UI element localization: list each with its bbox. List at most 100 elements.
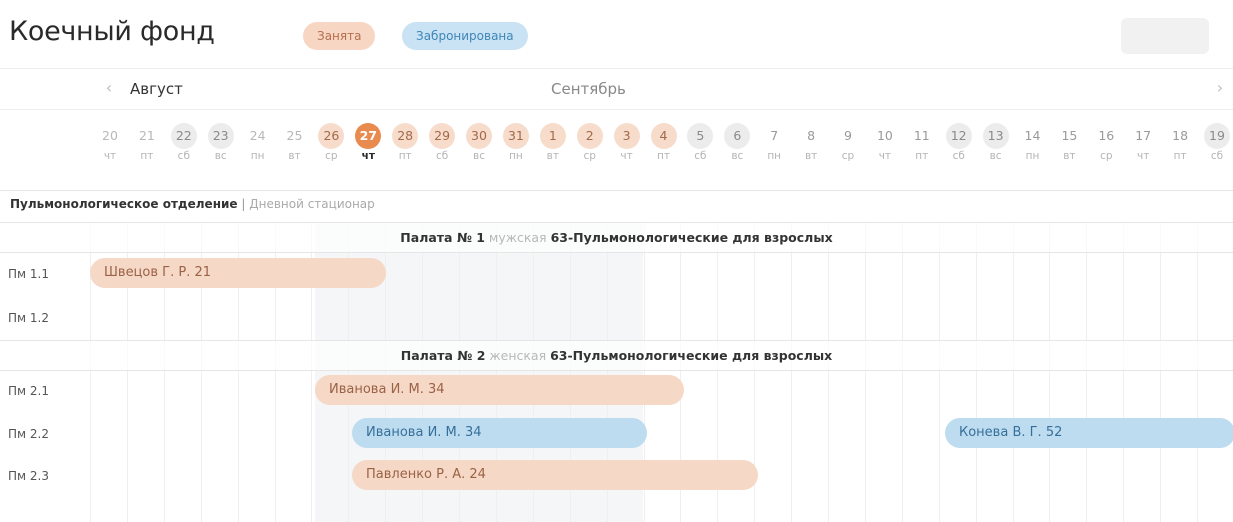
- weekday-label: пн: [1025, 150, 1040, 162]
- day-number: 15: [1061, 128, 1078, 143]
- ward-profile: 63-Пульмонологические для взрослых: [550, 348, 833, 363]
- day-number: 17: [1135, 128, 1152, 143]
- ward-gender: женская: [489, 348, 547, 363]
- day-cell[interactable]: 22 сб: [166, 123, 202, 162]
- day-cell[interactable]: 16 ср: [1088, 123, 1124, 162]
- weekday-label: вт: [288, 150, 301, 162]
- day-cell[interactable]: 8 вт: [793, 123, 829, 162]
- day-number: 18: [1172, 128, 1189, 143]
- bed-label: Пм 1.2: [8, 311, 49, 325]
- day-number: 3: [613, 123, 640, 149]
- day-cell[interactable]: 14 пн: [1015, 123, 1051, 162]
- day-number: 22: [170, 123, 197, 149]
- booking-bar[interactable]: Павленко Р. А. 24: [352, 460, 758, 490]
- day-cell[interactable]: 25 вт: [277, 123, 313, 162]
- day-cell[interactable]: 4 пт: [646, 123, 682, 162]
- day-cell[interactable]: 21 пт: [129, 123, 165, 162]
- booking-bar[interactable]: Иванова И. М. 34: [352, 418, 647, 448]
- day-cell[interactable]: 23 вс: [203, 123, 239, 162]
- day-number: 28: [392, 123, 419, 149]
- day-cell[interactable]: 26 ср: [313, 123, 349, 162]
- day-cell[interactable]: 5 сб: [682, 123, 718, 162]
- department-name: Пульмонологическое отделение: [10, 197, 238, 211]
- day-cell[interactable]: 2 ср: [572, 123, 608, 162]
- weekday-label: пн: [509, 150, 523, 162]
- ward-profile: 63-Пульмонологические для взрослых: [550, 230, 833, 245]
- day-cell[interactable]: 7 пн: [756, 123, 792, 162]
- day-cell[interactable]: 13 вс: [978, 123, 1014, 162]
- weekday-label: чт: [1137, 150, 1150, 162]
- month-label-september: Сентябрь: [551, 80, 626, 98]
- booking-bar[interactable]: Конева В. Г. 52: [945, 418, 1233, 448]
- ward-title: Палата № 2: [400, 348, 486, 363]
- weekday-label: ср: [325, 150, 338, 162]
- day-cell[interactable]: 20 чт: [92, 123, 128, 162]
- legend-reserved-badge: Забронирована: [402, 22, 528, 50]
- bed-label: Пм 2.1: [8, 384, 49, 398]
- day-cell[interactable]: 18 пт: [1162, 123, 1198, 162]
- day-number: 5: [687, 123, 714, 149]
- day-cell[interactable]: 3 чт: [609, 123, 645, 162]
- bed-label: Пм 2.3: [8, 469, 49, 483]
- booking-bar[interactable]: Швецов Г. Р. 21: [90, 258, 386, 288]
- weekday-label: пт: [915, 150, 929, 162]
- weekday-label: сб: [1210, 150, 1224, 162]
- day-cell[interactable]: 9 ср: [830, 123, 866, 162]
- day-number: 7: [770, 128, 779, 143]
- weekday-label: вс: [214, 150, 227, 162]
- day-number: 10: [876, 128, 893, 143]
- booking-bar[interactable]: Иванова И. М. 34: [315, 375, 684, 405]
- day-cell[interactable]: 29 сб: [424, 123, 460, 162]
- grid-line: [1123, 222, 1125, 522]
- day-cell[interactable]: 15 вт: [1051, 123, 1087, 162]
- department-separator: |: [241, 197, 246, 211]
- day-number: 16: [1098, 128, 1115, 143]
- day-cell[interactable]: 1 вт: [535, 123, 571, 162]
- day-number: 24: [249, 128, 266, 143]
- day-cell[interactable]: 24 пн: [240, 123, 276, 162]
- grid-line: [791, 222, 793, 522]
- day-cell[interactable]: 12 сб: [941, 123, 977, 162]
- day-cell[interactable]: 17 чт: [1125, 123, 1161, 162]
- weekday-label: вс: [473, 150, 485, 162]
- day-number: 13: [982, 123, 1009, 149]
- grid-line: [828, 222, 829, 522]
- weekday-label: пн: [767, 150, 782, 162]
- day-number: 11: [913, 128, 930, 143]
- chevron-left-icon[interactable]: ‹: [97, 77, 121, 101]
- weekday-label: сб: [952, 150, 965, 162]
- month-navigation: ‹ Август Сентябрь ›: [0, 68, 1233, 110]
- day-cell[interactable]: 19 сб: [1199, 123, 1233, 162]
- weekday-label: вт: [804, 150, 818, 162]
- day-number: 26: [318, 123, 345, 149]
- day-number: 12: [945, 123, 972, 149]
- day-cell[interactable]: 31 пн: [498, 123, 534, 162]
- weekday-label: вс: [731, 150, 744, 162]
- day-cell[interactable]: 28 пт: [387, 123, 423, 162]
- weekday-label: ср: [841, 150, 855, 162]
- day-cell[interactable]: 30 вс: [461, 123, 497, 162]
- days-header: 20 чт 21 пт 22 сб 23 вс 24 пн 25 вт 26 ср 27 чт 28 пт 29 сб…: [0, 108, 1233, 191]
- weekday-label: чт: [103, 150, 117, 162]
- weekday-label: пт: [398, 150, 412, 162]
- header-action-placeholder[interactable]: [1121, 18, 1209, 54]
- grid-line: [1086, 222, 1088, 522]
- day-number: 21: [138, 128, 155, 143]
- day-number: 29: [429, 123, 456, 149]
- day-number: 14: [1024, 128, 1041, 143]
- day-cell[interactable]: 11 пт: [904, 123, 940, 162]
- day-number: 8: [807, 128, 816, 143]
- grid-line: [1049, 222, 1051, 522]
- day-cell[interactable]: 27 чт: [350, 123, 386, 162]
- ward-header-2: Палата № 2 женская 63-Пульмонологические…: [0, 340, 1233, 371]
- day-cell[interactable]: 10 чт: [867, 123, 903, 162]
- department-header: Пульмонологическое отделение | Дневной с…: [10, 197, 375, 211]
- day-number: 31: [502, 123, 529, 149]
- day-number: 30: [466, 123, 492, 149]
- chevron-right-icon[interactable]: ›: [1208, 77, 1232, 101]
- day-cell[interactable]: 6 вс: [719, 123, 755, 162]
- bed-label: Пм 2.2: [8, 427, 49, 441]
- page-title: Коечный фонд: [9, 16, 215, 47]
- day-number: 1: [539, 123, 566, 149]
- day-number: 6: [724, 123, 751, 149]
